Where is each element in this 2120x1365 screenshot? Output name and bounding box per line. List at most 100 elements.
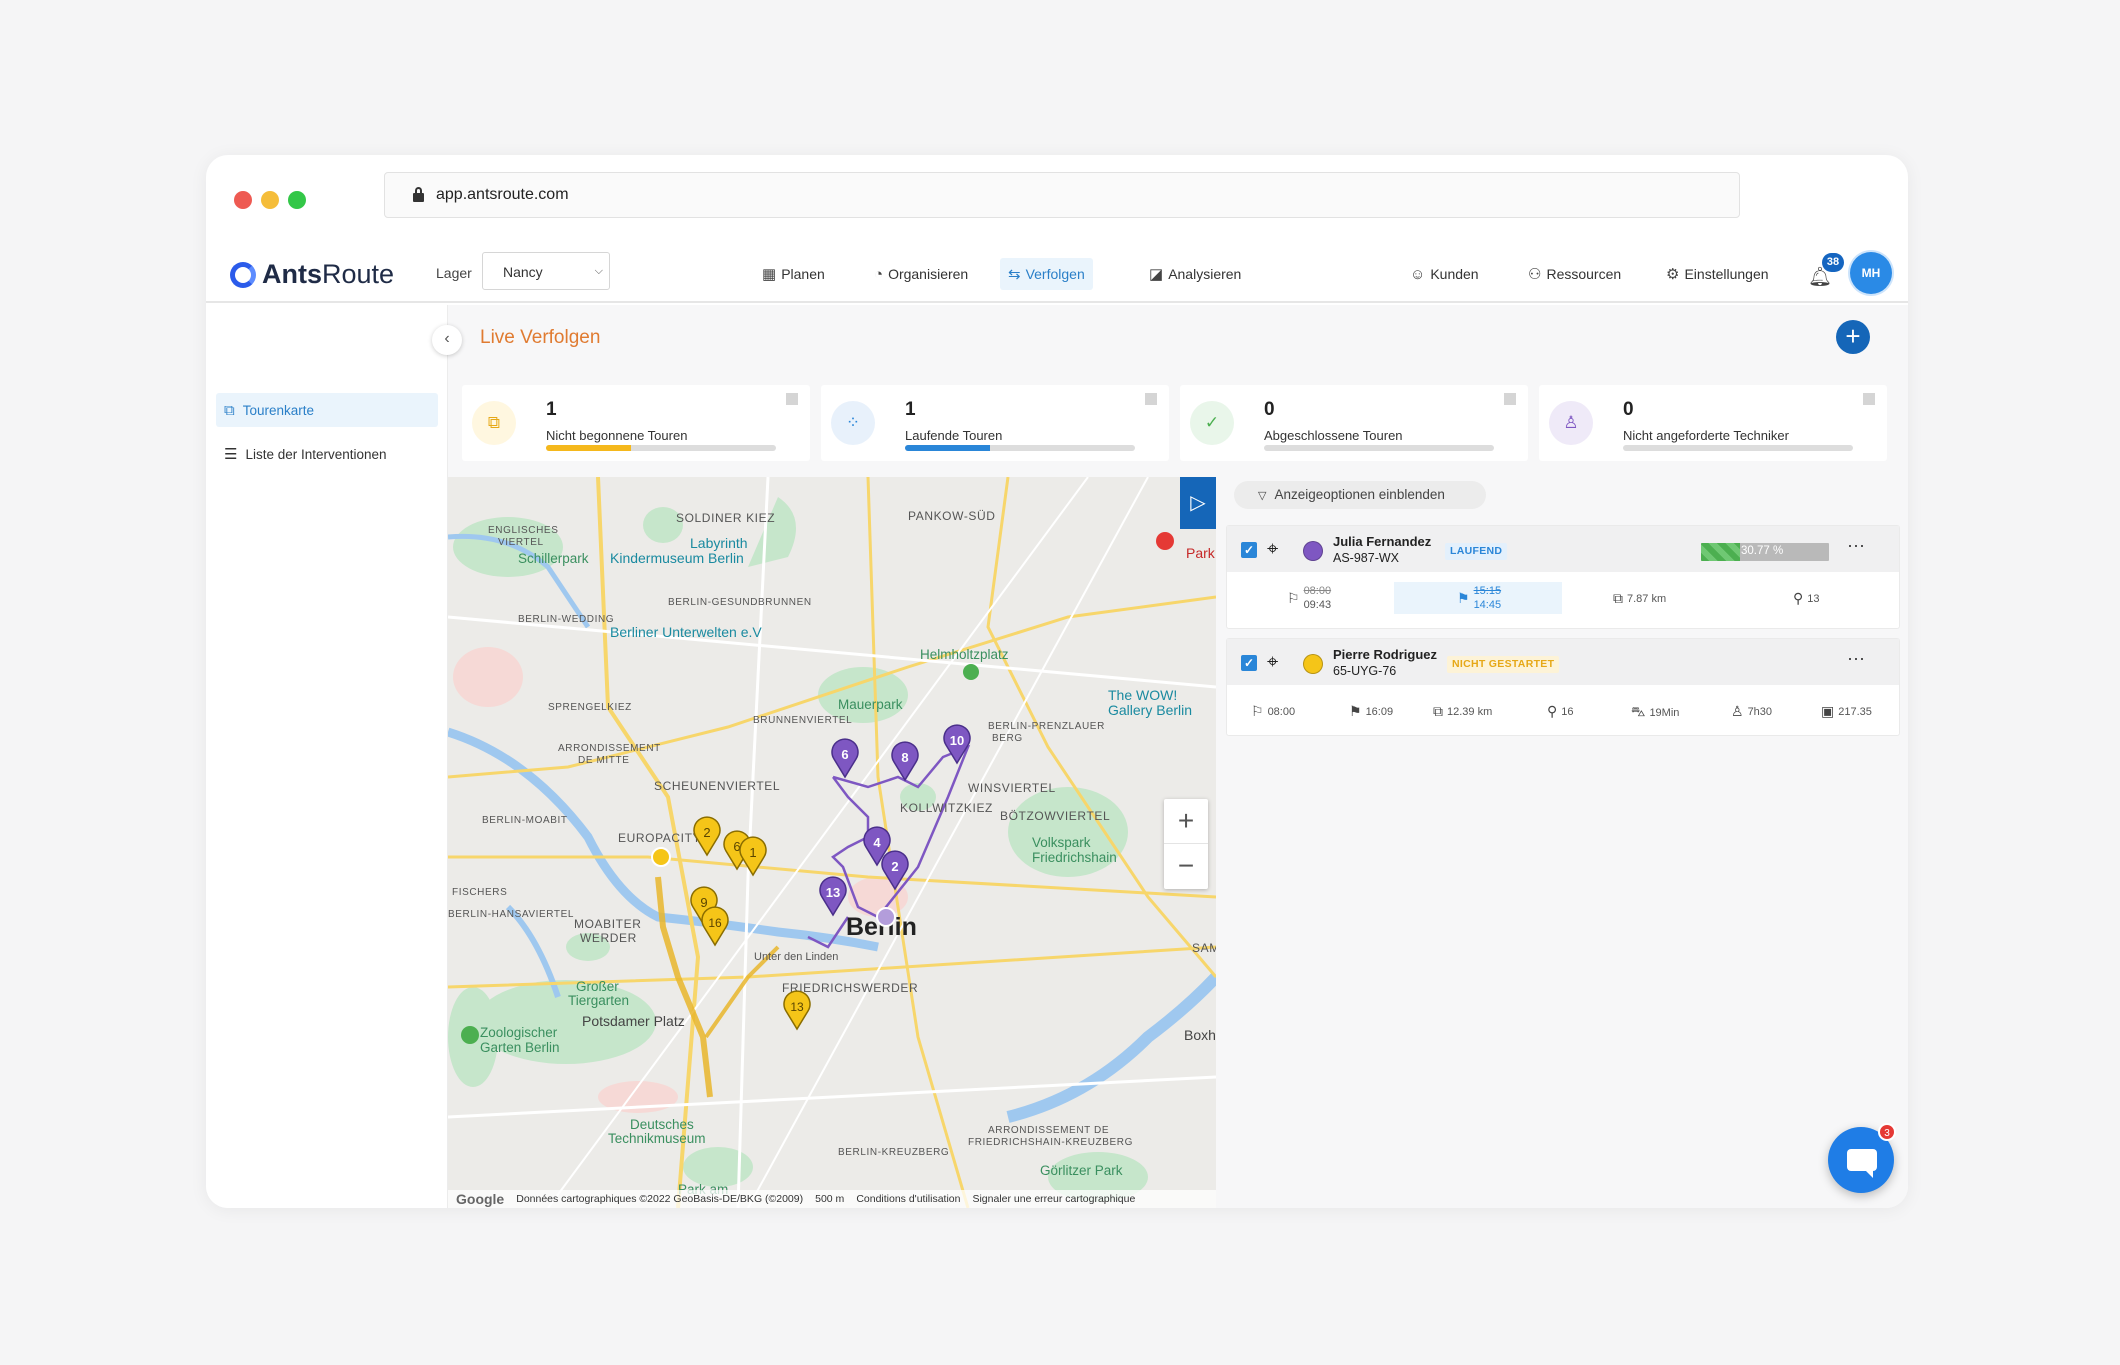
address-bar[interactable]: app.antsroute.com <box>384 172 1740 218</box>
stop-marker-yellow[interactable]: 16 <box>701 906 729 947</box>
nav-kunden[interactable]: ☺ Kunden <box>1402 258 1487 290</box>
nav-planen[interactable]: ▦ Planen <box>754 258 833 290</box>
collapse-sidebar-button[interactable]: ‹ <box>432 325 462 355</box>
toggle-panel-button[interactable]: ▷ <box>1180 477 1216 529</box>
crosshair-off-icon[interactable]: ⌖ <box>1267 651 1278 673</box>
depot-marker-yellow[interactable] <box>651 847 671 867</box>
more-options-icon[interactable]: ⋯ <box>1847 649 1866 670</box>
stop-marker-yellow[interactable]: 1 <box>739 836 767 877</box>
stop-marker-purple[interactable]: 10 <box>943 724 971 765</box>
stat-icon: ⧉ <box>472 401 516 445</box>
calendar-icon: ▦ <box>762 266 777 283</box>
stop-number: 1 <box>749 845 756 860</box>
stat-card-completed[interactable]: ✓ 0 Abgeschlossene Touren <box>1180 385 1528 461</box>
tour-checkbox[interactable]: ✓ <box>1241 655 1257 671</box>
stat-progress-fill <box>905 445 991 451</box>
stat-card-running[interactable]: ⁘ 1 Laufende Touren <box>821 385 1169 461</box>
more-options-icon[interactable]: ⋯ <box>1847 536 1866 557</box>
map-attribution: Google Données cartographiques ©2022 Geo… <box>448 1190 1216 1208</box>
chevron-down-icon: ⌵ <box>594 265 603 277</box>
play-arrow-icon: ▷ <box>1190 492 1206 514</box>
map-report-link[interactable]: Signaler une erreur cartographique <box>972 1193 1135 1205</box>
user-icon: ♙ <box>1731 703 1744 719</box>
stat-corner-marker <box>1863 393 1875 405</box>
lock-icon <box>413 186 424 202</box>
tour-card[interactable]: ✓ ⌖ Pierre Rodriguez 65-UYG-76 NICHT GES… <box>1226 638 1900 736</box>
hospital-marker-icon <box>1156 532 1174 550</box>
lager-select-value: Nancy <box>503 264 543 280</box>
stop-marker-yellow[interactable]: 2 <box>693 816 721 857</box>
maximize-window-button[interactable] <box>288 191 306 209</box>
nav-analysieren[interactable]: ◪ Analysieren <box>1141 258 1249 290</box>
nav-ressourcen[interactable]: ⚇ Ressourcen <box>1520 258 1629 290</box>
car-icon: ⛍ <box>1631 703 1646 719</box>
distance: ⧉ 7.87 km <box>1613 590 1666 607</box>
nav-label: Planen <box>781 266 825 282</box>
stat-icon: ♙ <box>1549 401 1593 445</box>
close-window-button[interactable] <box>234 191 252 209</box>
stat-label: Nicht begonnene Touren <box>546 428 688 443</box>
tour-progress-bar: 30.77 % <box>1701 543 1829 561</box>
start-time: ⚐ 08:00 09:43 <box>1287 584 1331 612</box>
stop-marker-purple[interactable]: 2 <box>881 850 909 891</box>
map-markers-layer: 6 8 10 4 2 13 2 6 1 9 16 13 <box>461 532 1174 1044</box>
stops: ⚲ 16 <box>1547 703 1574 720</box>
stat-progress-bar <box>1264 445 1494 451</box>
add-button[interactable]: + <box>1836 320 1870 354</box>
customers-icon: ☺ <box>1410 265 1426 283</box>
flag-icon: ⚐ <box>1287 589 1300 606</box>
minimize-window-button[interactable] <box>261 191 279 209</box>
distance-value: 12.39 km <box>1447 705 1493 718</box>
gauge-icon: ◔ <box>874 265 884 283</box>
end-time-values: 15:15 14:45 <box>1474 584 1502 612</box>
page-title: Live Verfolgen <box>480 327 601 348</box>
sidebar-item-interventionen[interactable]: ☰ Liste der Interventionen <box>216 437 438 471</box>
depot-marker-purple[interactable] <box>876 907 896 927</box>
drive-time: ⛍ 19Min <box>1631 703 1679 722</box>
stop-marker-purple[interactable]: 13 <box>819 876 847 917</box>
actual-end: 14:45 <box>1473 599 1502 611</box>
stat-label: Laufende Touren <box>905 428 1003 443</box>
stat-card-not-started[interactable]: ⧉ 1 Nicht begonnene Touren <box>462 385 810 461</box>
nav-verfolgen[interactable]: ⇆ Verfolgen <box>1000 258 1093 290</box>
antsroute-logo[interactable]: Ants Route <box>230 259 394 290</box>
nav-label: Organisieren <box>888 266 969 282</box>
map-terms-link[interactable]: Conditions d'utilisation <box>856 1193 960 1205</box>
stop-marker-yellow[interactable]: 13 <box>783 990 811 1031</box>
chat-button[interactable]: 3 <box>1828 1123 1896 1193</box>
tour-checkbox[interactable]: ✓ <box>1241 542 1257 558</box>
nav-organisieren[interactable]: ◔ Organisieren <box>866 258 976 290</box>
park-marker-icon <box>963 664 979 680</box>
status-badge: LAUFEND <box>1445 543 1508 560</box>
tour-map[interactable]: SOLDINER KIEZ PANKOW-SÜD Labyrinth Kinde… <box>448 477 1216 1208</box>
logo-text-light: Route <box>322 259 395 289</box>
status-badge: NICHT GESTARTET <box>1447 656 1560 673</box>
stop-marker-purple[interactable]: 6 <box>831 738 859 779</box>
stat-corner-marker <box>1504 393 1516 405</box>
actual-start: 09:43 <box>1303 599 1332 611</box>
sidebar-item-label: Tourenkarte <box>242 402 315 418</box>
nav-einstellungen[interactable]: ⚙ Einstellungen <box>1658 258 1777 290</box>
lager-select[interactable]: Nancy ⌵ <box>482 252 610 290</box>
stat-card-technicians[interactable]: ♙ 0 Nicht angeforderte Techniker <box>1539 385 1887 461</box>
stat-corner-marker <box>786 393 798 405</box>
sidebar-item-tourenkarte[interactable]: ⧉ Tourenkarte <box>216 393 438 427</box>
tour-card[interactable]: ✓ ⌖ Julia Fernandez AS-987-WX LAUFEND 30… <box>1226 525 1900 629</box>
zoom-out-button[interactable]: − <box>1164 844 1208 889</box>
stop-marker-purple[interactable]: 8 <box>891 741 919 782</box>
location-pin-icon: ⚲ <box>1793 590 1804 606</box>
user-avatar[interactable]: MH <box>1850 252 1892 294</box>
stops-value: 13 <box>1807 592 1820 605</box>
signpost-icon: ⇆ <box>1008 266 1021 283</box>
google-logo: Google <box>456 1191 505 1207</box>
tour-card-details: ⚐ 08:00 ⚑ 16:09 ⧉ 12.39 km ⚲ 16 ⛍ 19Min ♙ 7h30 <box>1227 685 1899 735</box>
logo-text-bold: Ants <box>262 259 322 289</box>
display-options-button[interactable]: ▽ Anzeigeoptionen einblenden <box>1234 481 1486 509</box>
zoom-in-button[interactable]: + <box>1164 799 1208 844</box>
map-data-text: Données cartographiques ©2022 GeoBasis-D… <box>516 1193 804 1205</box>
browser-window: app.antsroute.com Ants Route Lager Nancy … <box>206 155 1908 1208</box>
planned-start: 08:00 <box>1303 585 1332 597</box>
stat-progress-fill <box>546 445 632 451</box>
tour-color-dot <box>1303 541 1323 561</box>
crosshair-icon[interactable]: ⌖ <box>1267 538 1278 560</box>
